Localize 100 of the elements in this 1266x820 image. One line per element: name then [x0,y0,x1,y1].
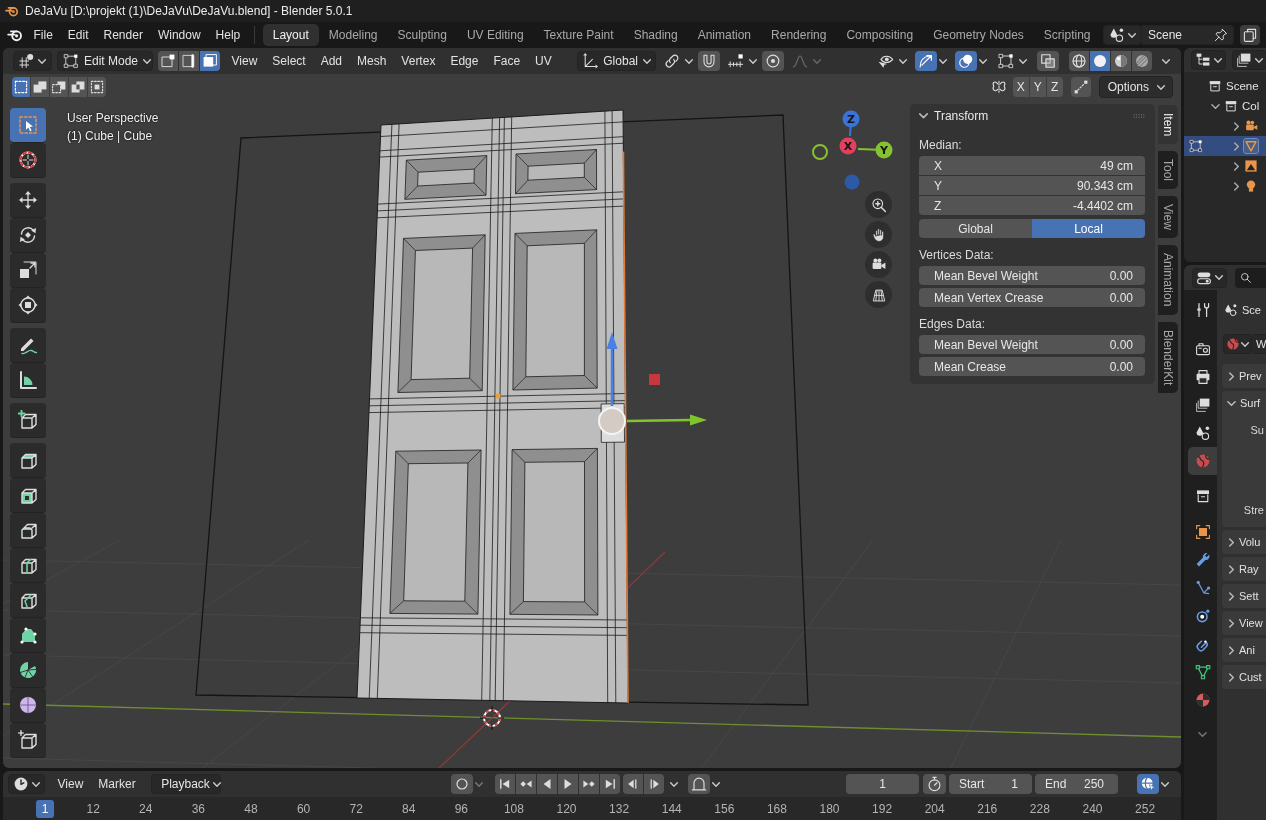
mode-dropdown[interactable]: Edit Mode [57,51,153,71]
world-name-field[interactable]: W [1252,334,1266,354]
mirror-axis-toggle[interactable]: Z [1046,77,1063,97]
grip-dots-icon[interactable] [1133,112,1145,120]
jump-start-button[interactable] [495,774,516,794]
menu-item[interactable]: Window [150,25,209,45]
number-field[interactable]: Mean Vertex Crease 0.00 [919,288,1145,307]
select-mode-button[interactable] [179,51,199,71]
workspace-tab[interactable]: Geometry Nodes [923,24,1034,46]
menu-item[interactable]: View [50,774,91,794]
tool-button[interactable] [10,218,46,253]
play-reverse-button[interactable] [537,774,558,794]
sidebar-tab[interactable]: BlenderKit [1158,321,1178,393]
shading-mode-button[interactable] [1090,51,1110,71]
menu-item[interactable]: Vertex [393,51,443,71]
panel-header[interactable]: Transform [919,106,1133,126]
mirror-axis-toggle[interactable]: X [1012,77,1029,97]
number-field[interactable]: Y 90.343 cm [919,176,1145,195]
axis-ball-button[interactable]: X [839,137,857,155]
tool-button[interactable] [10,363,46,398]
workspace-tab[interactable]: Animation [687,24,762,46]
selection-mode-button[interactable] [69,77,87,97]
tool-button[interactable] [10,548,46,583]
next-key-button[interactable] [579,774,600,794]
scene-name-field[interactable]: Scene [1142,25,1234,45]
workspace-tab[interactable]: Sculpting [387,24,457,46]
space-toggle-button[interactable]: Local [1032,219,1145,238]
workspace-tab[interactable]: Compositing [836,24,924,46]
new-scene-button[interactable] [1240,25,1260,45]
selection-mode-button[interactable] [12,77,30,97]
sidebar-tab[interactable]: Item [1158,105,1178,145]
tool-button[interactable] [10,403,46,438]
menu-item[interactable]: Add [313,51,350,71]
plane-handle[interactable] [649,374,660,385]
editor-type-button[interactable] [8,774,45,794]
workspace-tab[interactable]: Texture Paint [533,24,624,46]
shading-mode-button[interactable] [1069,51,1089,71]
caret-icon[interactable] [1162,58,1170,64]
stopwatch-icon[interactable] [923,774,946,794]
select-mode-button[interactable] [158,51,178,71]
tool-button[interactable] [10,653,46,688]
tool-button[interactable] [10,513,46,548]
panel-header[interactable]: View [1222,611,1266,635]
orientation-dropdown[interactable]: Global [577,51,656,71]
tool-button[interactable] [10,583,46,618]
menu-item[interactable]: Edit [60,25,97,45]
number-field[interactable]: Mean Crease 0.00 [919,357,1145,376]
snap-toggle[interactable] [688,774,721,794]
start-frame-field[interactable]: Start 1 [949,774,1032,794]
menu-item[interactable]: Select [264,51,314,71]
selection-mode-button[interactable] [31,77,49,97]
step-forward-button[interactable] [644,774,665,794]
menu-item[interactable]: View [224,51,265,71]
editor-type-button[interactable] [13,51,52,71]
options-dropdown[interactable]: Options [1098,76,1173,98]
tool-button[interactable] [10,143,46,178]
pan-view-button[interactable] [865,221,892,248]
tool-button[interactable] [10,108,46,143]
display-mode-button[interactable] [1232,50,1266,70]
menu-item[interactable]: Face [485,51,528,71]
up-arrow-handle[interactable] [606,332,618,406]
menu-item[interactable]: Render [96,25,151,45]
menu-item[interactable]: Marker [90,774,144,794]
sync-toggle[interactable] [1137,774,1169,794]
magnet-icon[interactable] [697,51,720,71]
step-back-button[interactable] [623,774,644,794]
tool-button[interactable] [10,443,46,478]
tool-button[interactable] [10,183,46,218]
selection-mode-button[interactable] [50,77,68,97]
play-button[interactable] [558,774,579,794]
space-toggle-button[interactable]: Global [919,219,1032,238]
previous-key-button[interactable] [516,774,537,794]
tool-button[interactable] [10,688,46,723]
shading-mode-button[interactable] [1111,51,1131,71]
tool-button[interactable] [10,478,46,513]
end-frame-field[interactable]: End 250 [1035,774,1118,794]
editor-type-button[interactable] [1192,267,1227,288]
panel-header[interactable]: Ani [1222,638,1266,662]
tool-button[interactable] [10,618,46,653]
tool-button[interactable] [10,253,46,288]
sidebar-tab[interactable]: View [1158,196,1178,239]
zoom-view-button[interactable] [865,191,892,218]
search-field[interactable] [1235,267,1266,288]
editor-type-button[interactable] [1191,50,1226,70]
select-mode-button[interactable] [200,51,220,71]
display-dropdown[interactable] [915,51,947,71]
workspace-tab[interactable]: Rendering [761,24,837,46]
display-dropdown[interactable] [955,51,987,71]
overlapping-squares-icon[interactable] [1037,51,1059,71]
shading-mode-button[interactable] [1132,51,1152,71]
outliner-row[interactable] [1184,136,1266,156]
outliner-row[interactable]: Col [1184,96,1266,116]
caret-icon[interactable] [670,781,679,787]
right-arrow-handle[interactable] [626,414,707,426]
camera-view-button[interactable] [865,251,892,278]
mirror-axis-toggle[interactable]: Y [1029,77,1046,97]
tool-button[interactable] [10,723,46,758]
auto-merge-toggle[interactable] [1070,77,1091,97]
current-frame-field[interactable]: 1 [846,774,919,794]
menu-item[interactable]: Help [208,25,248,45]
